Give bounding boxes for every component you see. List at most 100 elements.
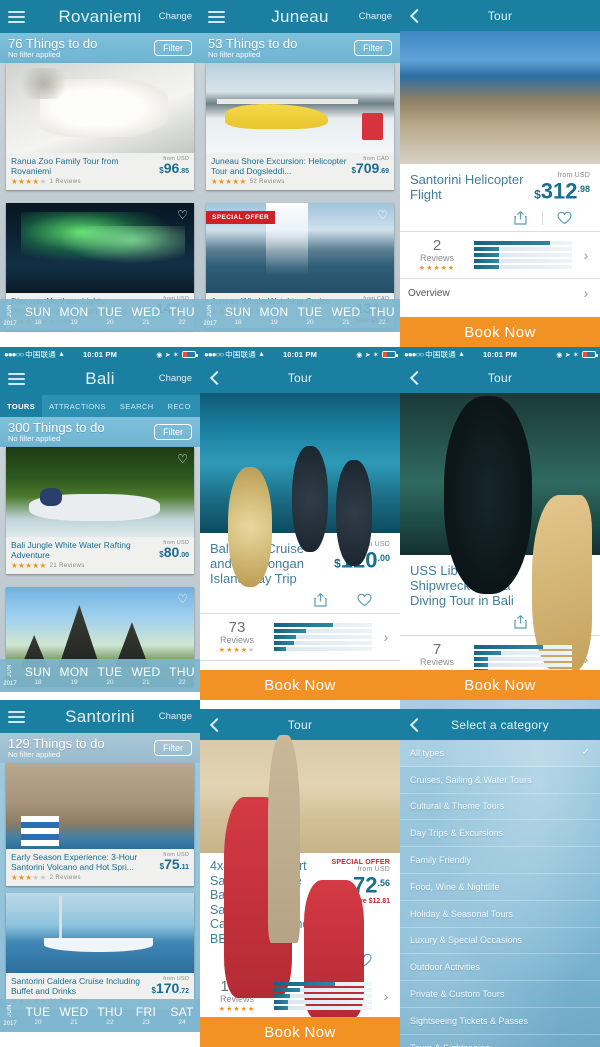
- date-day[interactable]: THU 22: [164, 665, 200, 686]
- tour-list[interactable]: Juneau Shore Excursion: Helicopter Tour …: [200, 63, 400, 332]
- category-item-private-custom[interactable]: Private & Custom Tours: [400, 981, 600, 1008]
- list-item[interactable]: Santorini Caldera Cruise Including Buffe…: [6, 893, 194, 1010]
- list-item[interactable]: ♡ Bali Jungle White Water Rafting Advent…: [6, 447, 194, 574]
- things-to-do-bar: 300 Things to do No filter applied Filte…: [0, 417, 200, 447]
- rating-stars: ★★★★★ 21 Reviews: [11, 561, 85, 570]
- date-strip[interactable]: JUN 2017 SUN 18 MON 19 TUE 20 WED 21 THU 22: [200, 299, 400, 332]
- date-day[interactable]: MON 19: [256, 305, 292, 326]
- list-item[interactable]: Juneau Shore Excursion: Helicopter Tour …: [206, 63, 394, 190]
- date-day[interactable]: WED 21: [56, 1005, 92, 1026]
- date-day[interactable]: SAT 24: [164, 1005, 200, 1026]
- back-chevron-icon[interactable]: [209, 717, 225, 732]
- reviews-summary[interactable]: 73 Reviews ★★★★★ ›: [200, 613, 400, 660]
- filter-button[interactable]: Filter: [154, 40, 192, 56]
- panel-santorini-helicopter: Tour Santorini Helicopter Flight from US…: [400, 0, 600, 347]
- category-item-cultural[interactable]: Cultural & Theme Tours: [400, 794, 600, 821]
- back-chevron-icon[interactable]: [409, 370, 425, 385]
- tour-list[interactable]: Ranua Zoo Family Tour from Rovaniemi ★★★…: [0, 63, 200, 332]
- signal-icon: ●●●○○: [404, 350, 424, 359]
- change-destination-button[interactable]: Change: [159, 373, 192, 384]
- back-chevron-icon[interactable]: [409, 717, 425, 732]
- favorite-icon[interactable]: ♡: [377, 209, 388, 221]
- favorite-icon[interactable]: ♡: [177, 453, 188, 465]
- share-icon[interactable]: [298, 592, 342, 607]
- category-item-cruises[interactable]: Cruises, Sailing & Water Tours: [400, 767, 600, 794]
- category-item-holiday[interactable]: Holiday & Seasonal Tours: [400, 901, 600, 928]
- list-item[interactable]: Early Season Experience: 3-Hour Santorin…: [6, 763, 194, 886]
- category-item-all-types[interactable]: All types ✓: [400, 740, 600, 767]
- category-item-tours-sightseeing[interactable]: Tours & Sightseeing: [400, 1035, 600, 1047]
- book-now-button[interactable]: Book Now: [400, 670, 600, 700]
- date-day[interactable]: MON 19: [56, 665, 92, 686]
- date-day[interactable]: SUN 18: [220, 305, 256, 326]
- category-item-outdoor[interactable]: Outdoor Activities: [400, 954, 600, 982]
- date-day[interactable]: THU 22: [164, 305, 200, 326]
- date-day[interactable]: SUN 18: [20, 305, 56, 326]
- date-day[interactable]: THU 22: [92, 1005, 128, 1026]
- date-strip[interactable]: JUN 2017 SUN 18 MON 19 TUE 20 WED 21 THU 22: [0, 659, 200, 692]
- category-list[interactable]: All types ✓ Cruises, Sailing & Water Tour…: [400, 740, 600, 1047]
- back-chevron-icon[interactable]: [209, 370, 225, 385]
- panel-select-category: Select a category All types ✓ Cruises, Sa…: [400, 700, 600, 1047]
- favorite-icon[interactable]: ♡: [177, 593, 188, 605]
- reviews-label: Reviews: [219, 635, 254, 645]
- category-label: Cultural & Theme Tours: [410, 801, 505, 812]
- category-label: Sightseeing Tickets & Passes: [410, 1015, 529, 1026]
- date-day[interactable]: MON 19: [56, 305, 92, 326]
- tab-search[interactable]: SEARCH: [113, 395, 161, 417]
- filter-button[interactable]: Filter: [354, 40, 392, 56]
- tab-attractions[interactable]: ATTRACTIONS: [42, 395, 113, 417]
- hamburger-icon[interactable]: [8, 10, 25, 23]
- date-day[interactable]: WED 21: [328, 305, 364, 326]
- panel-rovaniemi: Rovaniemi Change 76 Things to do No filt…: [0, 0, 200, 347]
- date-strip[interactable]: JUN 2017 TUE 20 WED 21 THU 22 FRI 23 SAT 24: [0, 999, 200, 1032]
- heart-icon[interactable]: [542, 210, 586, 225]
- hamburger-icon[interactable]: [8, 372, 25, 385]
- change-destination-button[interactable]: Change: [159, 711, 192, 722]
- filter-status: No filter applied: [8, 750, 61, 759]
- tab-tours[interactable]: TOURS: [0, 395, 43, 417]
- book-now-button[interactable]: Book Now: [200, 670, 400, 700]
- favorite-icon[interactable]: ♡: [177, 209, 188, 221]
- book-now-button[interactable]: Book Now: [400, 317, 600, 347]
- tour-list[interactable]: Early Season Experience: 3-Hour Santorin…: [0, 763, 200, 1032]
- date-day[interactable]: SUN 18: [20, 665, 56, 686]
- book-now-button[interactable]: Book Now: [200, 1017, 400, 1047]
- check-icon: ✓: [581, 747, 590, 759]
- date-day[interactable]: FRI 23: [128, 1005, 164, 1026]
- date-day[interactable]: WED 21: [128, 305, 164, 326]
- category-item-food-wine[interactable]: Food, Wine & Nightlife: [400, 874, 600, 901]
- tab-recommended[interactable]: RECO: [161, 395, 198, 417]
- back-chevron-icon[interactable]: [409, 8, 425, 23]
- tour-title: Bali Jungle White Water Rafting Adventur…: [11, 540, 131, 560]
- category-item-day-trips[interactable]: Day Trips & Excursions: [400, 820, 600, 848]
- navbar-rovaniemi: Rovaniemi Change: [0, 0, 200, 33]
- heart-icon[interactable]: [342, 593, 386, 607]
- date-day[interactable]: TUE 20: [20, 1005, 56, 1026]
- category-item-sightseeing-tickets[interactable]: Sightseeing Tickets & Passes: [400, 1008, 600, 1035]
- date-strip[interactable]: JUN 2017 SUN 18 MON 19 TUE 20 WED 21 THU 22: [0, 299, 200, 332]
- panel-dubai-safari: Tour 4x4 Dubai Desert Safari with Dune B…: [200, 700, 400, 1047]
- hamburger-icon[interactable]: [8, 710, 25, 723]
- share-icon[interactable]: [498, 210, 542, 225]
- change-destination-button[interactable]: Change: [359, 11, 392, 22]
- hamburger-icon[interactable]: [208, 10, 225, 23]
- category-item-luxury[interactable]: Luxury & Special Occasions: [400, 928, 600, 955]
- overview-row[interactable]: Overview ›: [400, 278, 600, 307]
- category-item-family-friendly[interactable]: Family Friendly: [400, 847, 600, 874]
- list-item[interactable]: Ranua Zoo Family Tour from Rovaniemi ★★★…: [6, 63, 194, 190]
- filter-button[interactable]: Filter: [154, 424, 192, 440]
- navbar-tour: Tour: [200, 362, 400, 393]
- tour-title: Santorini Helicopter Flight: [410, 172, 524, 202]
- date-day[interactable]: THU 22: [364, 305, 400, 326]
- filter-button[interactable]: Filter: [154, 740, 192, 756]
- reviews-summary[interactable]: 2 Reviews ★★★★★ ›: [400, 231, 600, 278]
- date-day[interactable]: TUE 20: [292, 305, 328, 326]
- date-day[interactable]: TUE 20: [92, 665, 128, 686]
- date-day[interactable]: TUE 20: [92, 305, 128, 326]
- category-label: Private & Custom Tours: [410, 989, 505, 1000]
- tour-list[interactable]: ♡ Bali Jungle White Water Rafting Advent…: [0, 447, 200, 692]
- change-destination-button[interactable]: Change: [159, 11, 192, 22]
- tour-hero-image: [400, 393, 600, 672]
- date-day[interactable]: WED 21: [128, 665, 164, 686]
